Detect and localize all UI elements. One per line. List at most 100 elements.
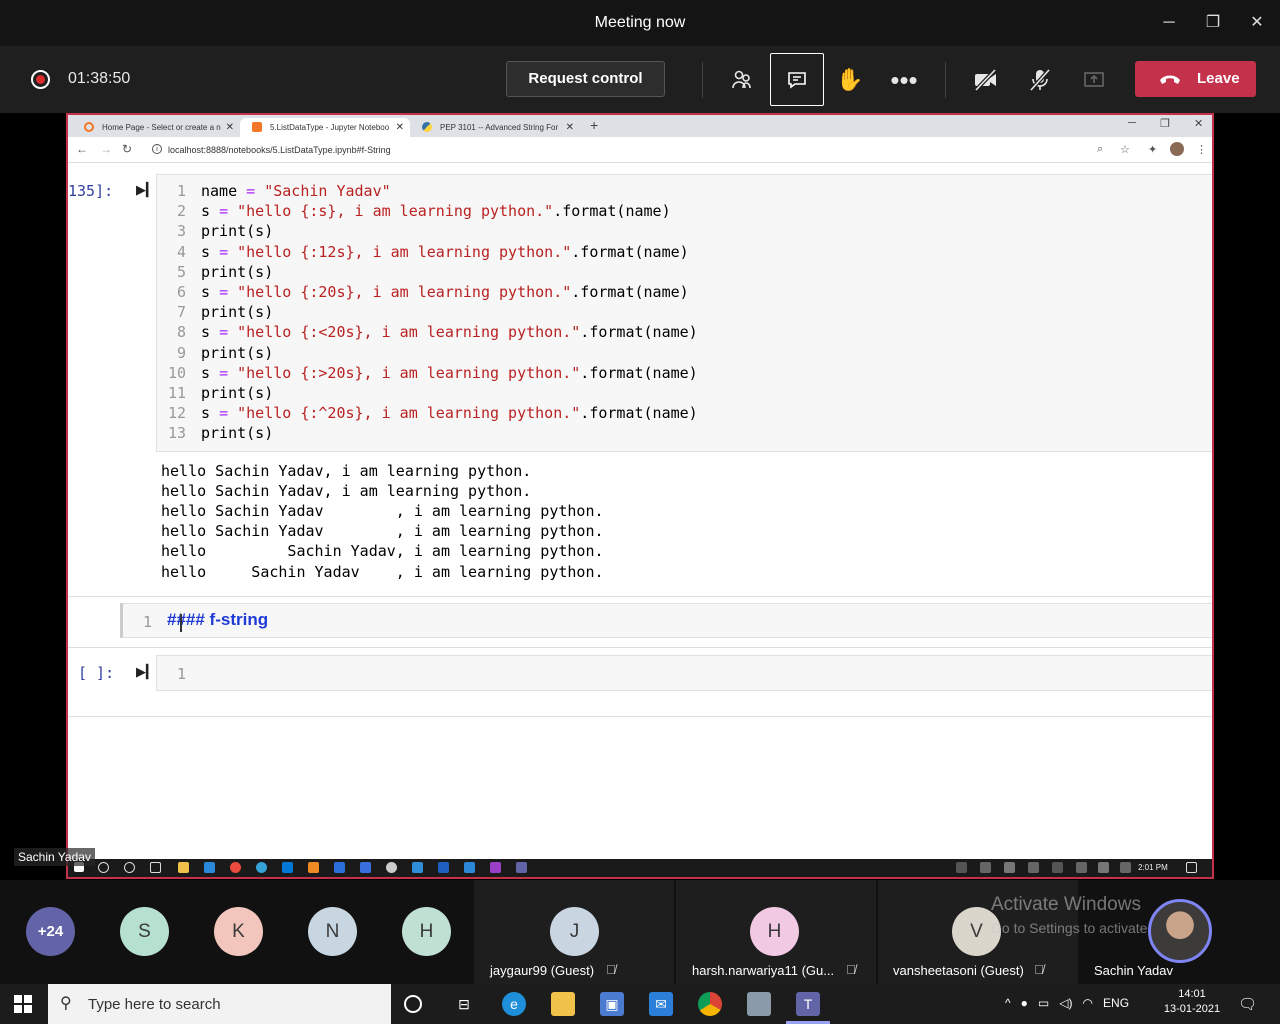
bookmark-star-icon[interactable]: ☆ — [1120, 143, 1130, 156]
close-tab-icon[interactable]: ✕ — [396, 118, 404, 137]
participants-icon[interactable] — [716, 54, 768, 106]
recording-icon — [31, 70, 50, 89]
remote-app-icon[interactable] — [490, 862, 501, 873]
restore-icon[interactable]: ❐ — [1201, 12, 1225, 34]
markdown-cell[interactable] — [120, 603, 1212, 638]
app-icon[interactable] — [747, 992, 771, 1016]
remote-app-icon[interactable] — [204, 862, 215, 873]
remote-tray-icon — [956, 862, 967, 873]
tray-mic-icon[interactable]: ● — [1021, 996, 1028, 1010]
browser-restore-icon[interactable]: ❐ — [1160, 117, 1170, 130]
profile-avatar[interactable] — [1170, 142, 1184, 156]
url-input[interactable]: i localhost:8888/notebooks/5.ListDataTyp… — [146, 141, 1106, 159]
reload-icon[interactable]: ↻ — [122, 142, 132, 156]
raise-hand-icon[interactable]: ✋ — [824, 54, 876, 106]
line-number: 3 — [176, 222, 186, 241]
back-icon[interactable]: ← — [76, 142, 88, 156]
close-tab-icon[interactable]: ✕ — [566, 118, 574, 137]
meeting-controls-bar: 01:38:50 Request control ✋ ••• Leave — [0, 46, 1280, 113]
browser-tab[interactable]: Home Page - Select or create a n ✕ — [72, 118, 240, 137]
separator — [68, 647, 1212, 648]
windows-taskbar: ⚲ Type here to search ⊟ e ▣ ✉ T ^ ● ▭ ◁)… — [0, 984, 1280, 1024]
remote-vscode-icon[interactable] — [412, 862, 423, 873]
remote-chrome-icon[interactable] — [230, 862, 241, 873]
extensions-icon[interactable]: ✦ — [1148, 143, 1157, 156]
info-icon: i — [152, 144, 162, 154]
store-icon[interactable]: ▣ — [600, 992, 624, 1016]
remote-app-icon[interactable] — [282, 862, 293, 873]
zoom-icon[interactable]: ⌕ — [1097, 143, 1103, 156]
more-participants-badge[interactable]: +24 — [26, 907, 75, 956]
remote-folder-icon[interactable] — [178, 862, 189, 873]
remote-app-icon[interactable] — [386, 862, 397, 873]
minimize-icon[interactable]: ─ — [1157, 12, 1181, 34]
remote-app-icon[interactable] — [438, 862, 449, 873]
line-number: 4 — [176, 242, 186, 261]
remote-clock: 2:01 PM — [1138, 863, 1168, 872]
line-number: 1 — [176, 665, 186, 683]
remote-app-icon[interactable] — [360, 862, 371, 873]
chat-icon[interactable] — [770, 53, 824, 106]
close-tab-icon[interactable]: ✕ — [226, 118, 234, 137]
browser-close-icon[interactable]: ✕ — [1194, 117, 1203, 130]
request-control-button[interactable]: Request control — [506, 61, 665, 97]
remote-cortana-icon[interactable] — [124, 862, 135, 873]
remote-mail-icon[interactable] — [464, 862, 475, 873]
teams-icon[interactable]: T — [796, 992, 820, 1016]
mail-icon[interactable]: ✉ — [649, 992, 673, 1016]
browser-minimize-icon[interactable]: ─ — [1128, 117, 1136, 129]
taskbar-search-input[interactable]: ⚲ Type here to search — [48, 984, 391, 1024]
empty-code-cell[interactable] — [156, 655, 1212, 691]
remote-app-icon[interactable] — [334, 862, 345, 873]
separator — [945, 62, 946, 98]
remote-edge-icon[interactable] — [256, 862, 267, 873]
task-view-icon[interactable]: ⊟ — [452, 992, 476, 1016]
tray-battery-icon[interactable]: ▭ — [1038, 996, 1049, 1010]
remote-taskview-icon[interactable] — [150, 862, 161, 873]
browser-tab-active[interactable]: 5.ListDataType - Jupyter Noteboo ✕ — [240, 118, 410, 137]
remote-app-icon[interactable] — [308, 862, 319, 873]
participant-tile[interactable]: J jaygaur99 (Guest) 🎙̸ — [474, 880, 674, 984]
participant-avatar[interactable]: N — [308, 907, 357, 956]
remote-teams-icon[interactable] — [516, 862, 527, 873]
remote-search-icon[interactable] — [98, 862, 109, 873]
tray-volume-icon[interactable]: ◁) — [1059, 996, 1072, 1010]
line-number: 1 — [142, 613, 152, 631]
start-icon[interactable] — [14, 995, 32, 1013]
camera-off-icon[interactable] — [960, 54, 1012, 106]
leave-button[interactable]: Leave — [1135, 61, 1256, 97]
notification-icon[interactable]: 🗨 — [1238, 995, 1257, 1013]
file-explorer-icon[interactable] — [551, 992, 575, 1016]
line-number: 13 — [167, 424, 186, 443]
forward-icon[interactable]: → — [100, 142, 112, 156]
participant-tile[interactable]: H harsh.narwariya11 (Gu... 🎙̸ — [676, 880, 876, 984]
share-tray-icon[interactable] — [1068, 54, 1120, 106]
new-tab-icon[interactable]: + — [590, 117, 598, 133]
browser-tab[interactable]: PEP 3101 -- Advanced String For ✕ — [410, 118, 580, 137]
browser-menu-icon[interactable]: ⋮ — [1196, 143, 1207, 156]
shared-screen: Home Page - Select or create a n ✕ 5.Lis… — [66, 113, 1214, 879]
close-icon[interactable]: ✕ — [1245, 12, 1269, 34]
chrome-icon[interactable] — [698, 992, 722, 1016]
run-cell-icon[interactable]: ▶▎ — [136, 664, 156, 680]
code-line: s = "hello {:<20s}, i am learning python… — [201, 323, 698, 342]
separator — [702, 62, 703, 98]
taskbar-clock[interactable]: 14:01 13-01-2021 — [1160, 988, 1224, 1015]
run-cell-icon[interactable]: ▶▎ — [136, 182, 156, 198]
participant-avatar[interactable]: K — [214, 907, 263, 956]
participant-avatar[interactable]: S — [120, 907, 169, 956]
line-number: 12 — [167, 404, 186, 423]
remote-tray-icon — [1098, 862, 1109, 873]
more-icon[interactable]: ••• — [878, 54, 930, 106]
tray-chevron-icon[interactable]: ^ — [1005, 996, 1011, 1010]
participant-avatar[interactable]: H — [402, 907, 451, 956]
tray-wifi-icon[interactable]: ◠ — [1083, 996, 1093, 1010]
participant-name: vansheetasoni (Guest) — [893, 963, 1024, 978]
remote-notification-icon[interactable] — [1186, 862, 1197, 873]
tray-language[interactable]: ENG — [1103, 996, 1129, 1010]
output-line: hello Sachin Yadav, i am learning python… — [161, 542, 604, 561]
edge-icon[interactable]: e — [502, 992, 526, 1016]
mic-off-icon[interactable] — [1014, 54, 1066, 106]
self-video-avatar[interactable] — [1148, 899, 1212, 963]
cortana-icon[interactable] — [404, 995, 422, 1013]
